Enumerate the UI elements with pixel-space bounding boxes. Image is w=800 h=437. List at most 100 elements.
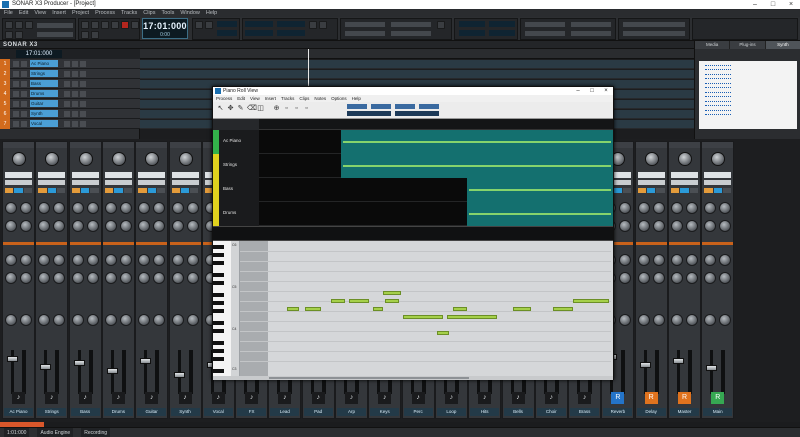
send-knob[interactable] bbox=[86, 202, 99, 214]
tool-icon[interactable]: ▫ bbox=[283, 105, 290, 112]
output-selector[interactable] bbox=[5, 180, 32, 185]
maximize-icon[interactable]: □ bbox=[764, 0, 782, 9]
rewind-button[interactable] bbox=[81, 21, 89, 29]
strip-header[interactable] bbox=[3, 142, 34, 148]
pr-field[interactable] bbox=[347, 104, 367, 109]
tempo-readout[interactable] bbox=[459, 21, 485, 27]
tool-icon[interactable]: ▫ bbox=[303, 105, 310, 112]
send-knob[interactable] bbox=[138, 220, 151, 232]
send-knob[interactable] bbox=[671, 220, 683, 232]
send-knob[interactable] bbox=[20, 202, 32, 214]
send-knob[interactable] bbox=[637, 220, 650, 232]
snap-button[interactable] bbox=[319, 21, 327, 29]
close-icon[interactable]: × bbox=[599, 87, 613, 95]
tab-media[interactable]: Media bbox=[695, 41, 731, 49]
timeline-ruler[interactable] bbox=[140, 49, 694, 59]
edit-field[interactable] bbox=[391, 22, 431, 27]
track-name[interactable]: Synth bbox=[30, 110, 58, 117]
smart-tool-icon[interactable]: ↖ bbox=[217, 105, 224, 112]
menu-view[interactable]: View bbox=[34, 9, 46, 17]
track-row[interactable]: 4 Drums bbox=[0, 89, 140, 99]
piano-roll-splitter[interactable] bbox=[213, 226, 613, 241]
piano-roll-title-bar[interactable]: Piano Roll View – □ × bbox=[213, 87, 613, 95]
eq-knob[interactable] bbox=[704, 272, 717, 284]
output-selector[interactable] bbox=[138, 180, 166, 185]
send-knob[interactable] bbox=[38, 202, 51, 214]
width-knob[interactable] bbox=[119, 314, 132, 326]
strip-name[interactable]: Ac Piano bbox=[4, 408, 33, 416]
close-icon[interactable]: × bbox=[782, 0, 800, 9]
midi-note[interactable] bbox=[447, 315, 497, 319]
pan-knob[interactable] bbox=[5, 314, 17, 326]
tool-button[interactable] bbox=[15, 21, 23, 29]
solo-button[interactable] bbox=[72, 61, 78, 67]
gain-knob[interactable] bbox=[644, 152, 659, 166]
gain-knob[interactable] bbox=[145, 152, 160, 166]
eq-knob[interactable] bbox=[5, 272, 17, 284]
solo-button[interactable] bbox=[80, 188, 90, 193]
arm-button[interactable] bbox=[80, 91, 86, 97]
eq-knob[interactable] bbox=[119, 254, 132, 266]
pr-readout[interactable] bbox=[347, 111, 391, 116]
solo-button[interactable] bbox=[72, 71, 78, 77]
width-knob[interactable] bbox=[53, 314, 66, 326]
width-knob[interactable] bbox=[186, 314, 199, 326]
tab-plugins[interactable]: Plug-ins bbox=[730, 41, 766, 49]
select-tool-icon[interactable]: ✥ bbox=[227, 105, 234, 112]
play-button[interactable] bbox=[101, 21, 109, 29]
send-knob[interactable] bbox=[153, 220, 166, 232]
arm-button[interactable] bbox=[80, 61, 86, 67]
width-knob[interactable] bbox=[619, 314, 632, 326]
erase-tool-icon[interactable]: ⌫ bbox=[247, 105, 257, 112]
pr-menu-item[interactable]: Notes bbox=[314, 95, 326, 102]
pr-field[interactable] bbox=[395, 104, 415, 109]
status-engine[interactable]: Audio Engine bbox=[37, 428, 74, 437]
send-knob[interactable] bbox=[171, 202, 184, 214]
track-pane-time[interactable]: 17:01:000 bbox=[16, 50, 62, 58]
volume-fader[interactable] bbox=[173, 372, 185, 378]
mix-field[interactable] bbox=[571, 31, 611, 36]
black-key[interactable] bbox=[213, 321, 224, 325]
pr-menu-item[interactable]: Clips bbox=[299, 95, 309, 102]
midi-note[interactable] bbox=[287, 307, 299, 311]
strip-name[interactable]: Drums bbox=[103, 408, 133, 416]
menu-window[interactable]: Window bbox=[180, 9, 200, 17]
mute-button[interactable] bbox=[64, 81, 70, 87]
volume-fader[interactable] bbox=[639, 362, 651, 368]
menu-help[interactable]: Help bbox=[206, 9, 217, 17]
send-knob[interactable] bbox=[71, 202, 84, 214]
arm-button[interactable] bbox=[156, 188, 166, 193]
send-knob[interactable] bbox=[5, 220, 17, 232]
track-name[interactable]: Drums bbox=[30, 90, 58, 97]
strip-header[interactable] bbox=[69, 142, 101, 148]
midi-note[interactable] bbox=[331, 299, 345, 303]
arm-button[interactable] bbox=[80, 121, 86, 127]
width-knob[interactable] bbox=[20, 314, 32, 326]
eq-knob[interactable] bbox=[20, 254, 32, 266]
arm-button[interactable] bbox=[56, 188, 66, 193]
solo-button[interactable] bbox=[72, 91, 78, 97]
pr-readout[interactable] bbox=[395, 111, 439, 116]
strip-name[interactable]: Guitar bbox=[137, 408, 167, 416]
volume-fader[interactable] bbox=[673, 358, 684, 364]
pan-knob[interactable] bbox=[71, 314, 84, 326]
clip[interactable] bbox=[140, 60, 694, 68]
select-end-readout[interactable] bbox=[277, 30, 305, 36]
pause-button[interactable] bbox=[111, 21, 119, 29]
fader-track[interactable] bbox=[643, 350, 647, 394]
fader-track[interactable] bbox=[77, 350, 81, 394]
output-selector[interactable] bbox=[38, 180, 66, 185]
clip-lane[interactable] bbox=[140, 59, 694, 69]
black-key[interactable] bbox=[213, 329, 224, 333]
volume-fader[interactable] bbox=[706, 365, 718, 371]
strip-name[interactable]: Strings bbox=[37, 408, 67, 416]
gain-knob[interactable] bbox=[45, 152, 60, 166]
pr-field[interactable] bbox=[419, 104, 439, 109]
eq-knob[interactable] bbox=[171, 254, 184, 266]
eq-knob[interactable] bbox=[104, 272, 117, 284]
volume-fader[interactable] bbox=[140, 358, 152, 364]
eq-knob[interactable] bbox=[138, 272, 151, 284]
send-knob[interactable] bbox=[153, 202, 166, 214]
send-knob[interactable] bbox=[71, 220, 84, 232]
browser-tree[interactable] bbox=[699, 61, 797, 129]
